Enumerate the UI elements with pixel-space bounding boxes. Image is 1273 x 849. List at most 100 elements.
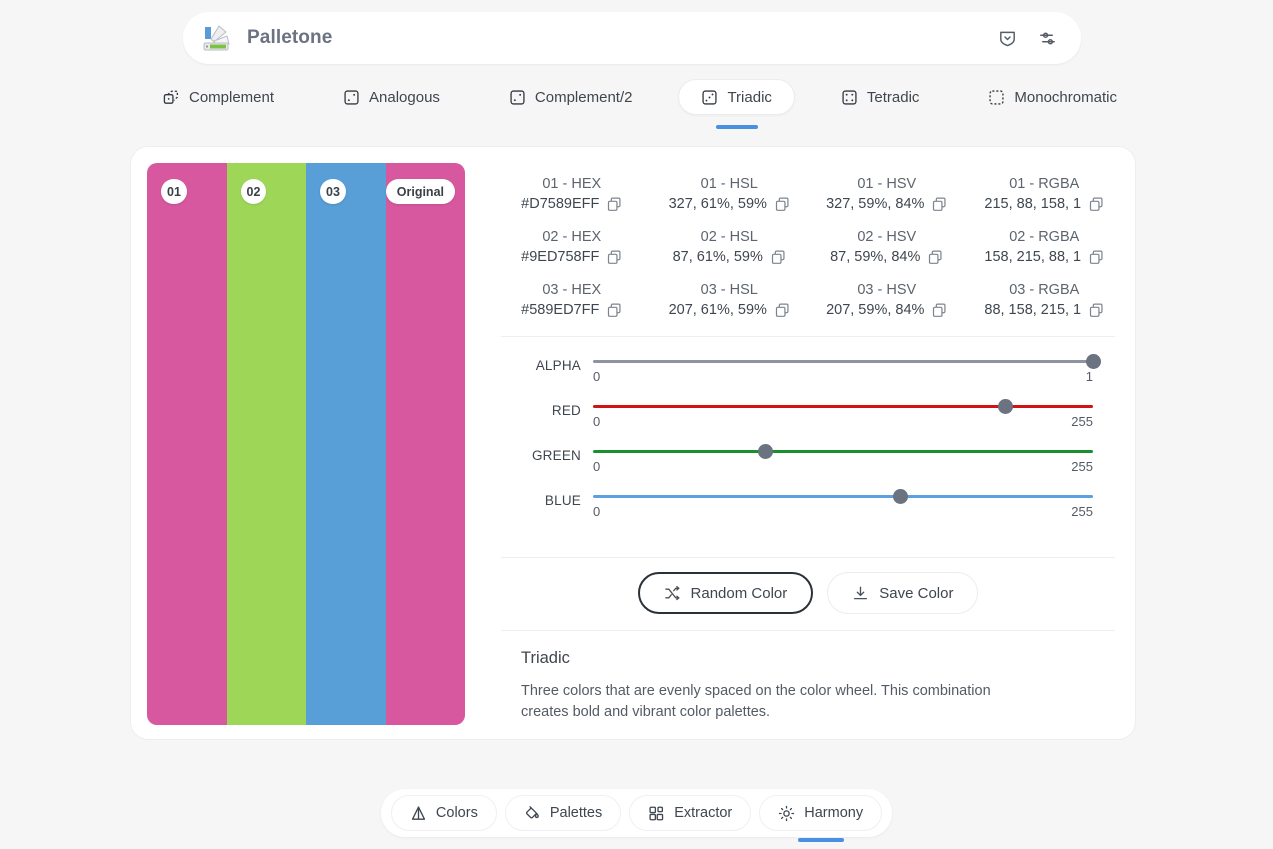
dice-two-icon (509, 89, 526, 106)
value-cell: 02 - HEX#9ED758FF (493, 218, 651, 271)
value-cell: 01 - HEX#D7589EFF (493, 165, 651, 218)
tab-monochromatic[interactable]: Monochromatic (965, 79, 1140, 115)
value-label: 01 - HSL (651, 167, 809, 196)
nav-label: Colors (436, 805, 478, 821)
value-text: 88, 158, 215, 1 (984, 302, 1081, 318)
slider-track-green[interactable] (593, 445, 1093, 457)
slider-thumb[interactable] (1086, 354, 1101, 369)
button-label: Random Color (691, 585, 788, 602)
harmony-tabs: Complement Analogous Com (140, 79, 1140, 115)
slider-min: 0 (593, 459, 600, 474)
search-bar[interactable]: Palletone (183, 12, 1081, 64)
save-color-button[interactable]: Save Color (827, 572, 978, 614)
tab-analogous[interactable]: Analogous (320, 79, 463, 115)
slider-track-alpha[interactable] (593, 355, 1093, 367)
nav-item-harmony[interactable]: Harmony (759, 795, 882, 831)
download-icon (852, 585, 869, 602)
swatch-01[interactable]: 01 (147, 163, 227, 725)
value-cell: 01 - RGBA215, 88, 158, 1 (966, 165, 1124, 218)
copy-icon[interactable] (932, 197, 947, 212)
tab-complement[interactable]: Complement (140, 79, 297, 115)
action-buttons: Random Color Save Color (493, 558, 1123, 618)
tab-label: Complement/2 (535, 89, 633, 106)
slider-track-red[interactable] (593, 400, 1093, 412)
tab-tetradic[interactable]: Tetradic (818, 79, 943, 115)
slider-red: RED 0 255 (521, 400, 1093, 429)
grid-squares-icon (648, 805, 665, 822)
value-label: 01 - HSV (808, 167, 966, 196)
value-row: 207, 61%, 59% (651, 302, 809, 324)
swatch-badge: 02 (241, 179, 267, 204)
value-cell: 03 - HSV207, 59%, 84% (808, 271, 966, 324)
tab-triadic[interactable]: Triadic (678, 79, 794, 115)
slider-line (593, 450, 1093, 453)
copy-icon[interactable] (775, 303, 790, 318)
shuffle-icon (664, 585, 681, 602)
channel-sliders: ALPHA 0 1 RED (493, 337, 1123, 545)
value-text: 87, 61%, 59% (673, 249, 763, 265)
slider-max: 255 (1071, 459, 1093, 474)
slider-thumb[interactable] (758, 444, 773, 459)
value-row: 327, 61%, 59% (651, 196, 809, 218)
swatch-02[interactable]: 02 (227, 163, 307, 725)
details-panel: 01 - HEX#D7589EFF 01 - HSL327, 61%, 59% … (481, 147, 1135, 739)
slider-thumb[interactable] (893, 489, 908, 504)
slider-label: RED (521, 400, 593, 418)
nav-active-underline (798, 838, 844, 842)
harmony-card: 01 02 03 Original 01 - HEX#D7589EFF 01 -… (130, 146, 1136, 740)
random-color-button[interactable]: Random Color (638, 572, 814, 614)
sliders-icon[interactable] (1027, 18, 1067, 58)
swatch-original[interactable]: Original (386, 163, 466, 725)
slider-track-blue[interactable] (593, 490, 1093, 502)
slider-label: ALPHA (521, 355, 593, 373)
slider-alpha: ALPHA 0 1 (521, 355, 1093, 384)
copy-icon[interactable] (775, 197, 790, 212)
value-label: 03 - HSL (651, 273, 809, 302)
paint-bucket-icon (524, 805, 541, 822)
slider-blue: BLUE 0 255 (521, 490, 1093, 519)
value-label: 02 - HSL (651, 220, 809, 249)
swatch-badge: 01 (161, 179, 187, 204)
slider-max: 255 (1071, 504, 1093, 519)
prism-icon (410, 805, 427, 822)
copy-icon[interactable] (928, 250, 943, 265)
button-label: Save Color (879, 585, 953, 602)
dashed-square-icon (988, 89, 1005, 106)
value-row: #9ED758FF (493, 249, 651, 271)
nav-item-colors[interactable]: Colors (391, 795, 497, 831)
value-cell: 02 - RGBA158, 215, 88, 1 (966, 218, 1124, 271)
swatch-list: 01 02 03 Original (147, 163, 465, 725)
value-label: 02 - HEX (493, 220, 651, 249)
swatch-panel: 01 02 03 Original (131, 147, 481, 739)
copy-icon[interactable] (607, 197, 622, 212)
copy-icon[interactable] (771, 250, 786, 265)
tab-complement-2[interactable]: Complement/2 (486, 79, 656, 115)
slider-thumb[interactable] (998, 399, 1013, 414)
harmony-description: Triadic Three colors that are evenly spa… (493, 631, 1123, 723)
copy-icon[interactable] (932, 303, 947, 318)
dice-four-icon (841, 89, 858, 106)
shield-chevron-down-icon[interactable] (987, 18, 1027, 58)
description-title: Triadic (521, 649, 1095, 668)
value-label: 03 - HEX (493, 273, 651, 302)
nav-item-palettes[interactable]: Palettes (505, 795, 621, 831)
copy-icon[interactable] (1089, 250, 1104, 265)
value-label: 01 - RGBA (966, 167, 1124, 196)
slider-min: 0 (593, 369, 600, 384)
nav-item-extractor[interactable]: Extractor (629, 795, 751, 831)
value-text: 207, 59%, 84% (826, 302, 924, 318)
copy-icon[interactable] (607, 303, 622, 318)
copy-icon[interactable] (1089, 197, 1104, 212)
value-cell: 01 - HSL327, 61%, 59% (651, 165, 809, 218)
slider-label: GREEN (521, 445, 593, 463)
swatch-03[interactable]: 03 (306, 163, 386, 725)
tab-active-underline (716, 125, 758, 129)
slider-green: GREEN 0 255 (521, 445, 1093, 474)
value-cell: 02 - HSV87, 59%, 84% (808, 218, 966, 271)
value-row: 327, 59%, 84% (808, 196, 966, 218)
value-row: 87, 59%, 84% (808, 249, 966, 271)
copy-icon[interactable] (607, 250, 622, 265)
slider-min: 0 (593, 504, 600, 519)
copy-icon[interactable] (1089, 303, 1104, 318)
tab-label: Complement (189, 89, 274, 106)
